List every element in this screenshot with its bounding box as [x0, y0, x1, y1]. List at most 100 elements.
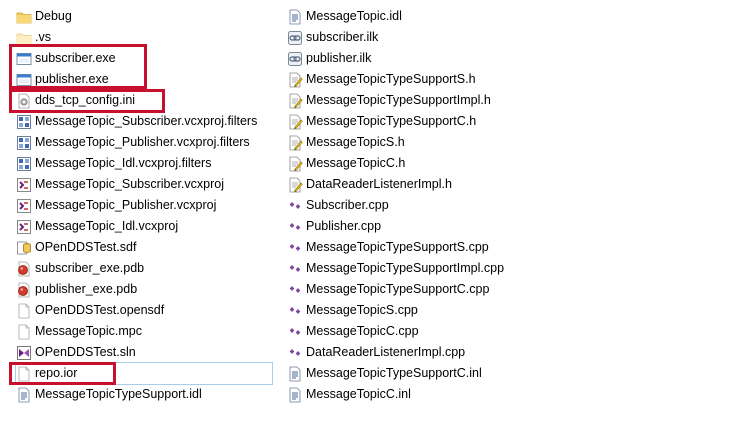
file-name: subscriber.exe	[35, 51, 116, 65]
vcxproj-icon	[16, 219, 32, 235]
file-name: MessageTopicC.cpp	[306, 324, 419, 338]
header-file-icon	[287, 114, 303, 130]
link-icon	[287, 30, 303, 46]
file-name: MessageTopicTypeSupportC.h	[306, 114, 477, 128]
file-item[interactable]: MessageTopicTypeSupportImpl.cpp	[287, 258, 587, 279]
file-list-right-column: MessageTopic.idl subscriber.ilk publisher.…	[287, 6, 587, 405]
file-item[interactable]: MessageTopic_Idl.vcxproj	[16, 216, 276, 237]
file-name: MessageTopic.mpc	[35, 324, 142, 338]
link-icon	[287, 51, 303, 67]
text-file-icon	[287, 9, 303, 25]
file-item[interactable]: publisher.exe	[16, 69, 276, 90]
file-item[interactable]: OPenDDSTest.opensdf	[16, 300, 276, 321]
folder-icon	[16, 9, 32, 25]
database-icon	[16, 240, 32, 256]
file-item[interactable]: MessageTopic_Subscriber.vcxproj.filters	[16, 111, 276, 132]
file-item[interactable]: MessageTopic_Subscriber.vcxproj	[16, 174, 276, 195]
file-item[interactable]: subscriber.ilk	[287, 27, 587, 48]
text-file-icon	[16, 387, 32, 403]
file-item[interactable]: MessageTopicTypeSupportC.h	[287, 111, 587, 132]
file-name: Subscriber.cpp	[306, 198, 389, 212]
file-name: MessageTopic_Subscriber.vcxproj.filters	[35, 114, 258, 128]
file-item[interactable]: MessageTopicTypeSupportC.cpp	[287, 279, 587, 300]
solution-icon	[16, 345, 32, 361]
file-name: dds_tcp_config.ini	[35, 93, 136, 107]
blank-file-icon	[16, 303, 32, 319]
file-item[interactable]: MessageTopicS.h	[287, 132, 587, 153]
file-item[interactable]: OPenDDSTest.sln	[16, 342, 276, 363]
file-name: MessageTopic_Subscriber.vcxproj	[35, 177, 224, 191]
blank-file-icon	[16, 324, 32, 340]
file-item[interactable]: Publisher.cpp	[287, 216, 587, 237]
file-item[interactable]: MessageTopicC.inl	[287, 384, 587, 405]
file-name: MessageTopic_Idl.vcxproj	[35, 219, 179, 233]
header-file-icon	[287, 177, 303, 193]
header-file-icon	[287, 135, 303, 151]
text-file-icon	[287, 366, 303, 382]
pdb-icon	[16, 282, 32, 298]
file-name: .vs	[35, 30, 51, 44]
header-file-icon	[287, 72, 303, 88]
file-name: publisher_exe.pdb	[35, 282, 138, 296]
file-item[interactable]: MessageTopicTypeSupportS.h	[287, 69, 587, 90]
file-name: OPenDDSTest.sln	[35, 345, 136, 359]
file-name: Publisher.cpp	[306, 219, 382, 233]
file-item[interactable]: MessageTopic_Publisher.vcxproj	[16, 195, 276, 216]
file-name: MessageTopicS.h	[306, 135, 405, 149]
file-item[interactable]: Subscriber.cpp	[287, 195, 587, 216]
cpp-icon	[287, 240, 303, 256]
file-item[interactable]: publisher.ilk	[287, 48, 587, 69]
filters-grid-icon	[16, 156, 32, 172]
file-name: MessageTopic_Publisher.vcxproj	[35, 198, 217, 212]
file-item[interactable]: MessageTopic_Publisher.vcxproj.filters	[16, 132, 276, 153]
text-file-icon	[287, 387, 303, 403]
file-item[interactable]: DataReaderListenerImpl.h	[287, 174, 587, 195]
file-item[interactable]: MessageTopicTypeSupport.idl	[16, 384, 276, 405]
file-item[interactable]: MessageTopicTypeSupportC.inl	[287, 363, 587, 384]
file-name: OPenDDSTest.sdf	[35, 240, 137, 254]
file-name: OPenDDSTest.opensdf	[35, 303, 165, 317]
exe-window-icon	[16, 51, 32, 67]
file-item[interactable]: MessageTopicTypeSupportS.cpp	[287, 237, 587, 258]
file-item[interactable]: MessageTopic.mpc	[16, 321, 276, 342]
file-item[interactable]: MessageTopic_Idl.vcxproj.filters	[16, 153, 276, 174]
blank-file-icon	[16, 366, 32, 382]
file-name: publisher.ilk	[306, 51, 372, 65]
cpp-icon	[287, 324, 303, 340]
file-item[interactable]: subscriber.exe	[16, 48, 276, 69]
file-name: DataReaderListenerImpl.h	[306, 177, 452, 191]
file-item[interactable]: MessageTopicTypeSupportImpl.h	[287, 90, 587, 111]
file-name: MessageTopicC.h	[306, 156, 406, 170]
file-name: subscriber_exe.pdb	[35, 261, 145, 275]
pdb-icon	[16, 261, 32, 277]
file-item[interactable]: MessageTopicS.cpp	[287, 300, 587, 321]
file-name: DataReaderListenerImpl.cpp	[306, 345, 466, 359]
folder-light-icon	[16, 30, 32, 46]
file-name: MessageTopicTypeSupportC.cpp	[306, 282, 490, 296]
file-item[interactable]: MessageTopicC.cpp	[287, 321, 587, 342]
vcxproj-icon	[16, 198, 32, 214]
file-name: Debug	[35, 9, 72, 23]
cpp-icon	[287, 282, 303, 298]
ini-gear-icon	[16, 93, 32, 109]
file-item[interactable]: DataReaderListenerImpl.cpp	[287, 342, 587, 363]
vcxproj-icon	[16, 177, 32, 193]
cpp-icon	[287, 345, 303, 361]
header-file-icon	[287, 93, 303, 109]
file-item[interactable]: MessageTopic.idl	[287, 6, 587, 27]
file-name: MessageTopicTypeSupportImpl.h	[306, 93, 491, 107]
file-name: MessageTopic_Publisher.vcxproj.filters	[35, 135, 250, 149]
file-item[interactable]: subscriber_exe.pdb	[16, 258, 276, 279]
filters-grid-icon	[16, 114, 32, 130]
file-name: MessageTopicTypeSupportImpl.cpp	[306, 261, 505, 275]
file-item[interactable]: MessageTopicC.h	[287, 153, 587, 174]
file-item[interactable]: Debug	[16, 6, 276, 27]
file-name: MessageTopic_Idl.vcxproj.filters	[35, 156, 212, 170]
file-item[interactable]: repo.ior	[15, 362, 273, 385]
file-item[interactable]: dds_tcp_config.ini	[16, 90, 276, 111]
cpp-icon	[287, 219, 303, 235]
file-item[interactable]: OPenDDSTest.sdf	[16, 237, 276, 258]
file-item[interactable]: publisher_exe.pdb	[16, 279, 276, 300]
file-item[interactable]: .vs	[16, 27, 276, 48]
file-list-left-column: Debug .vs subscriber.exe publisher.exe dds_t…	[15, 6, 276, 405]
